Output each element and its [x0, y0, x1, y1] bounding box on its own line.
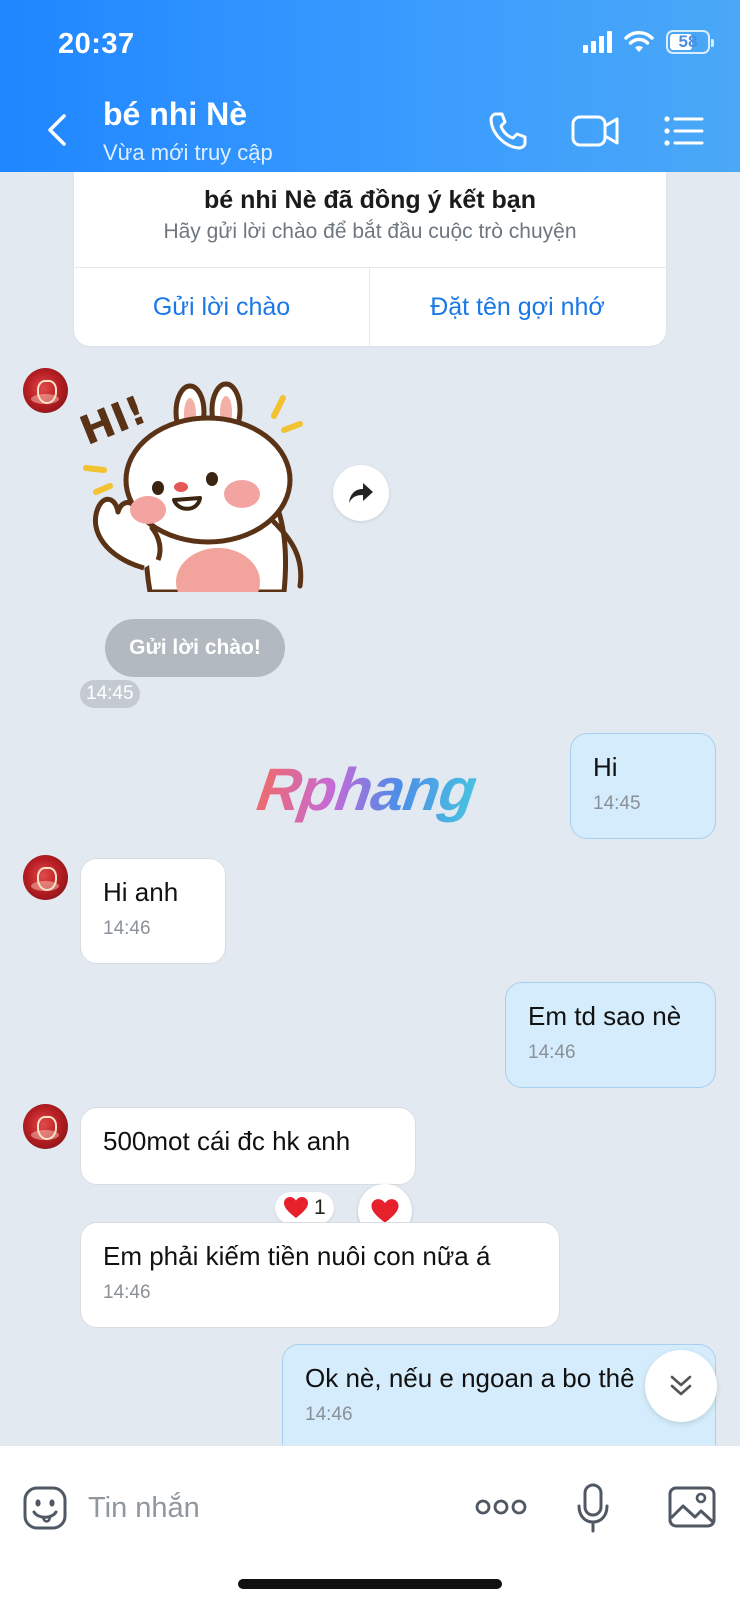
message-bubble-incoming[interactable]: Hi anh 14:46 — [80, 858, 226, 964]
friend-accepted-card: bé nhi Nè đã đồng ý kết bạn Hãy gửi lời … — [74, 172, 666, 346]
message-text: Em td sao nè — [528, 1001, 682, 1031]
message-bubble-incoming[interactable]: 500mot cái đc hk anh — [80, 1107, 416, 1185]
contact-avatar[interactable] — [23, 368, 68, 413]
message-input[interactable] — [88, 1480, 438, 1536]
wifi-icon — [624, 31, 654, 52]
message-text: Hi anh — [103, 877, 179, 907]
emoji-icon — [23, 1486, 67, 1530]
chevron-left-icon — [48, 114, 66, 146]
greeting-chip[interactable]: Gửi lời chào! — [105, 619, 285, 677]
contact-avatar[interactable] — [23, 855, 68, 900]
microphone-icon — [577, 1483, 609, 1533]
message-time: 14:46 — [103, 918, 151, 940]
hi-bunny-sticker[interactable]: HI! — [78, 372, 318, 592]
message-bubble-outgoing[interactable]: Em td sao nè 14:46 — [505, 982, 716, 1088]
message-text: Em phải kiếm tiền nuôi con nữa á — [103, 1241, 491, 1271]
contact-avatar[interactable] — [23, 1104, 68, 1149]
status-time: 20:37 — [58, 28, 135, 60]
double-chevron-down-icon — [670, 1375, 692, 1396]
chat-header: 20:37 58 bé nhi Nè Vừa mới truy cập — [0, 0, 740, 172]
reaction-count: 1 — [314, 1196, 326, 1219]
scroll-to-bottom-button[interactable] — [645, 1350, 717, 1422]
watermark-logo: Rphang — [253, 756, 481, 823]
message-bubble-incoming[interactable]: Em phải kiếm tiền nuôi con nữa á 14:46 — [80, 1222, 560, 1328]
more-horizontal-icon — [475, 1499, 527, 1515]
heart-icon — [371, 1198, 399, 1223]
sticker-button[interactable] — [22, 1485, 68, 1531]
message-text: Hi — [593, 752, 618, 782]
heart-icon — [284, 1197, 308, 1218]
status-icons: 58 — [583, 30, 714, 54]
voice-message-button[interactable] — [576, 1482, 610, 1534]
message-composer — [0, 1445, 740, 1600]
video-camera-icon — [571, 115, 619, 147]
reaction-summary[interactable]: 1 — [275, 1192, 334, 1224]
voice-call-button[interactable] — [485, 108, 531, 154]
image-icon — [668, 1486, 716, 1528]
contact-name[interactable]: bé nhi Nè — [103, 96, 247, 133]
message-time: 14:46 — [528, 1042, 576, 1064]
friend-card-title: bé nhi Nè đã đồng ý kết bạn — [204, 186, 536, 214]
share-arrow-icon — [349, 483, 373, 503]
phone-icon — [489, 112, 527, 150]
message-list[interactable]: bé nhi Nè đã đồng ý kết bạn Hãy gửi lời … — [0, 172, 740, 1445]
video-call-button[interactable] — [570, 108, 622, 154]
options-menu-button[interactable] — [662, 108, 706, 154]
signal-icon — [583, 31, 612, 53]
home-indicator — [238, 1579, 502, 1589]
friend-card-subtitle: Hãy gửi lời chào để bắt đầu cuộc trò chu… — [163, 220, 577, 243]
message-time: 14:46 — [305, 1404, 353, 1426]
forward-button[interactable] — [333, 465, 389, 521]
message-time: 14:46 — [103, 1282, 151, 1304]
send-greeting-button[interactable]: Gửi lời chào — [74, 268, 369, 346]
message-time: 14:45 — [593, 793, 641, 815]
battery-icon: 58 — [666, 30, 714, 54]
set-nickname-button[interactable]: Đặt tên gợi nhớ — [370, 268, 665, 346]
message-bubble-outgoing[interactable]: Hi 14:45 — [570, 733, 716, 839]
list-menu-icon — [664, 116, 704, 146]
contact-status: Vừa mới truy cập — [103, 140, 273, 165]
photo-button[interactable] — [668, 1486, 716, 1528]
more-options-button[interactable] — [475, 1496, 527, 1518]
battery-level: 58 — [678, 32, 698, 51]
message-time: 14:45 — [80, 680, 140, 708]
back-button[interactable] — [40, 110, 76, 150]
message-text: Ok nè, nếu e ngoan a bo thê — [305, 1363, 635, 1393]
message-text: 500mot cái đc hk anh — [103, 1126, 351, 1156]
